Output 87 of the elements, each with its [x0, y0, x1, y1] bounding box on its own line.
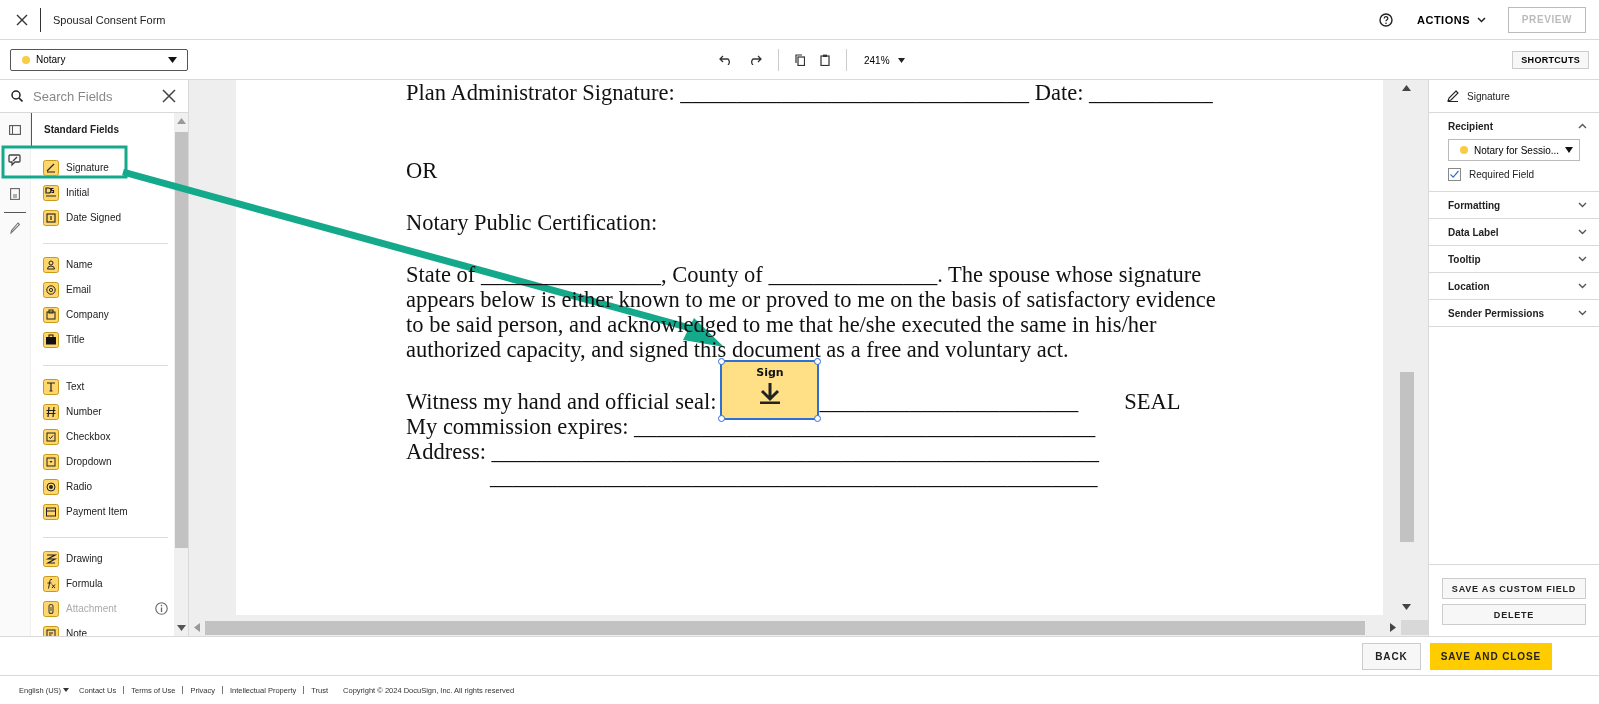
- scroll-right-icon[interactable]: [1390, 623, 1396, 632]
- field-item[interactable]: Initial: [43, 180, 168, 205]
- field-item[interactable]: Signature: [43, 155, 168, 180]
- clear-icon[interactable]: [162, 89, 176, 103]
- back-button[interactable]: BACK: [1362, 642, 1421, 670]
- shortcuts-button[interactable]: SHORTCUTS: [1512, 50, 1589, 69]
- document-text: Address: ______________________________________________________: [406, 439, 1101, 464]
- text-icon: [43, 378, 59, 395]
- initials-icon: [43, 184, 59, 201]
- field-type-label: Signature: [1467, 90, 1510, 102]
- recipient-dropdown[interactable]: Notary for Sessio...: [1448, 139, 1580, 161]
- zigzag-icon: [43, 550, 59, 567]
- formula-icon: [43, 575, 59, 592]
- checked-checkbox[interactable]: [1448, 168, 1461, 181]
- document-icon[interactable]: [10, 188, 20, 200]
- pencil-icon[interactable]: [10, 222, 20, 234]
- actions-menu[interactable]: ACTIONS: [1413, 9, 1490, 30]
- pencil-icon: [1447, 90, 1459, 102]
- payment-icon: [43, 503, 59, 520]
- field-item[interactable]: Date Signed: [43, 205, 168, 230]
- close-icon[interactable]: [16, 13, 28, 26]
- field-item[interactable]: Name: [43, 252, 168, 277]
- seal-label: SEAL: [1124, 389, 1181, 414]
- document-text: Witness my hand and official seal:: [406, 389, 717, 414]
- hash-icon: [43, 403, 59, 420]
- document-text: OR: [406, 158, 439, 183]
- chevron-down-icon: [1578, 229, 1587, 235]
- pen-icon: [43, 159, 59, 176]
- panel-icon[interactable]: [9, 125, 21, 135]
- recipient-name: Notary: [36, 54, 66, 65]
- chevron-down-icon: [1578, 283, 1587, 289]
- panel-button[interactable]: DELETE: [1442, 604, 1586, 625]
- search-icon: [11, 90, 23, 102]
- recipient-name: Notary for Sessio...: [1474, 144, 1560, 156]
- scrollbar-thumb[interactable]: [205, 620, 1365, 635]
- scroll-down-icon[interactable]: [1402, 604, 1411, 610]
- scrollbar-thumb[interactable]: [174, 132, 188, 548]
- caret-icon: [897, 57, 905, 63]
- radio-icon: [43, 478, 59, 495]
- checkbox-icon: [43, 428, 59, 445]
- person-icon: [43, 256, 59, 273]
- scroll-up-icon[interactable]: [1402, 85, 1411, 91]
- signature-line: _______________________: [819, 389, 1079, 414]
- document-text: Plan Administrator Signature: _______________________________ Date: ___________: [406, 80, 1214, 105]
- chevron-down-icon: [1578, 202, 1587, 208]
- caret-icon: [63, 688, 70, 692]
- paperclip-icon: [43, 600, 59, 617]
- field-item[interactable]: Dropdown: [43, 449, 168, 474]
- caret-icon: [168, 56, 177, 63]
- paste-icon[interactable]: [820, 54, 830, 66]
- chevron-down-icon: [1578, 256, 1587, 262]
- undo-icon[interactable]: [719, 55, 733, 65]
- field-item[interactable]: Checkbox: [43, 424, 168, 449]
- redo-icon[interactable]: [748, 55, 762, 65]
- field-item[interactable]: Formula: [43, 571, 168, 596]
- signature-tag[interactable]: Sign: [720, 360, 820, 420]
- field-item[interactable]: Number: [43, 399, 168, 424]
- field-item[interactable]: Title: [43, 327, 168, 352]
- help-icon[interactable]: [1379, 12, 1393, 27]
- signature-line: ______________________________________________________: [488, 464, 1099, 489]
- document-title: Spousal Consent Form: [53, 13, 166, 26]
- field-item[interactable]: Radio: [43, 474, 168, 499]
- briefcase-icon: [43, 331, 59, 348]
- field-item[interactable]: Payment Item: [43, 499, 168, 524]
- caret-icon: [1565, 147, 1574, 153]
- document-text: Notary Public Certification:: [406, 210, 659, 235]
- copy-icon[interactable]: [795, 54, 805, 66]
- building-icon: [43, 306, 59, 323]
- field-item[interactable]: Drawing: [43, 546, 168, 571]
- calendar-icon: [43, 209, 59, 226]
- field-item[interactable]: Text: [43, 374, 168, 399]
- scroll-down-icon[interactable]: [176, 625, 186, 631]
- chevron-up-icon: [1578, 123, 1587, 129]
- field-item[interactable]: Email: [43, 277, 168, 302]
- save-and-close-button[interactable]: SAVE AND CLOSE: [1430, 642, 1552, 670]
- checkbox-label: Required Field: [1469, 169, 1535, 180]
- section-heading: Standard Fields: [31, 113, 168, 147]
- dropdown-icon: [43, 453, 59, 470]
- scrollbar-thumb[interactable]: [1399, 372, 1414, 542]
- chevron-down-icon: [1578, 310, 1587, 316]
- download-arrow-icon: [759, 382, 781, 404]
- chevron-down-icon: [1477, 16, 1486, 23]
- zoom-dropdown[interactable]: 241%: [860, 54, 905, 66]
- panel-button[interactable]: SAVE AS CUSTOM FIELD: [1442, 578, 1586, 599]
- field-item[interactable]: Company: [43, 302, 168, 327]
- recipient-dropdown[interactable]: Notary: [10, 48, 188, 71]
- at-sign-icon: [43, 281, 59, 298]
